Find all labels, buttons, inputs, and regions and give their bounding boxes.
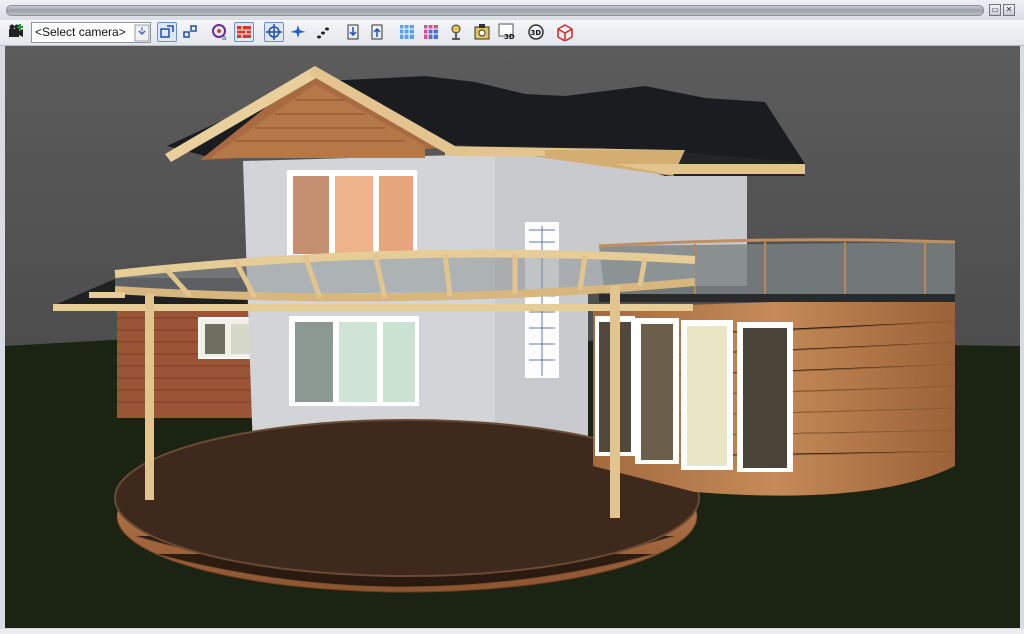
title-bar: ▭ ✕ — [0, 0, 1024, 20]
section-vertical-button[interactable] — [343, 22, 363, 42]
zoom-extents-icon — [183, 25, 197, 38]
wall-texture-button[interactable] — [234, 22, 254, 42]
rotate-3d-label: 3D — [531, 29, 542, 37]
close-icon[interactable]: ✕ — [1003, 4, 1015, 16]
wall-texture-icon — [237, 26, 251, 38]
wireframe-button[interactable] — [555, 22, 575, 42]
walk-path-icon — [317, 27, 329, 39]
section-vertical-icon — [347, 24, 359, 40]
wireframe-icon — [557, 24, 573, 41]
camera-select-dropdown-button[interactable] — [132, 23, 152, 43]
section-horizontal-button[interactable] — [367, 22, 387, 42]
orbit-button[interactable] — [264, 22, 284, 42]
add-camera-button[interactable] — [6, 22, 26, 42]
chevron-down-icon — [134, 24, 150, 42]
camera-view-icon — [451, 24, 461, 40]
rotate-3d-icon: 3D — [528, 24, 544, 40]
camera-select-value: <Select camera> — [35, 25, 126, 39]
3d-viewport[interactable] — [5, 46, 1020, 628]
color-grid-button[interactable] — [421, 22, 441, 42]
camera-view-button[interactable] — [446, 22, 466, 42]
svg-text:a: a — [222, 34, 226, 41]
rotate-3d-button[interactable]: 3D — [526, 22, 546, 42]
walk-path-button[interactable] — [313, 22, 333, 42]
zoom-extents-button[interactable] — [180, 22, 200, 42]
view-3d-icon: 3D — [498, 23, 515, 41]
view-3d-button[interactable]: 3D — [497, 22, 517, 42]
house-3d-render — [5, 46, 1020, 628]
photo-button[interactable] — [472, 22, 492, 42]
render-icon: a — [212, 24, 226, 41]
add-camera-icon — [9, 24, 23, 37]
fly-button[interactable] — [288, 22, 308, 42]
view-3d-label: 3D — [504, 33, 515, 41]
restore-icon[interactable]: ▭ — [989, 4, 1001, 16]
blueprint-grid-button[interactable] — [397, 22, 417, 42]
toolbar: <Select camera> a 3D 3D — [0, 20, 1024, 46]
photo-icon — [474, 24, 490, 40]
fly-icon — [290, 25, 306, 38]
title-bar-grip[interactable] — [6, 5, 984, 16]
section-horizontal-icon — [371, 24, 383, 40]
blueprint-grid-icon — [400, 25, 414, 39]
status-strip — [0, 629, 1024, 634]
color-grid-icon — [424, 25, 438, 39]
render-button[interactable]: a — [210, 22, 230, 42]
orbit-icon — [266, 24, 282, 40]
zoom-window-icon — [160, 25, 174, 38]
zoom-window-button[interactable] — [157, 22, 177, 42]
